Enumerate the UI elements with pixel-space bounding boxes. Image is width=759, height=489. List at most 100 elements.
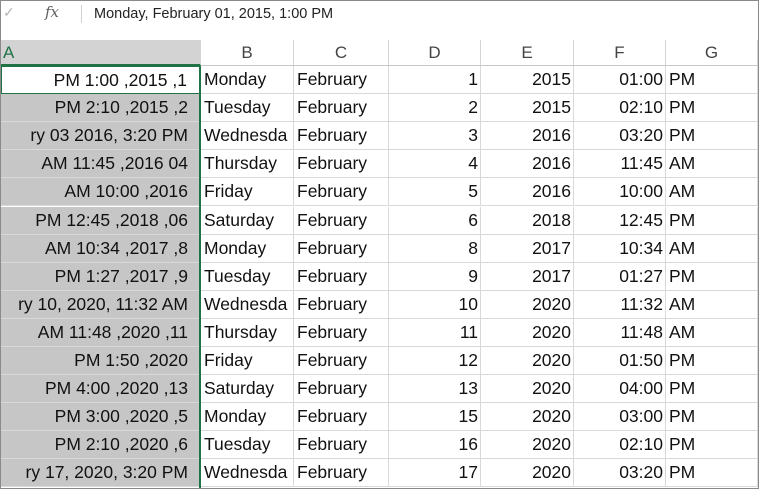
cell-c3[interactable]: February <box>294 94 389 123</box>
column-header-a[interactable]: A <box>1 40 201 66</box>
cell-c5[interactable]: February <box>294 150 389 179</box>
cell-b2[interactable]: Monday <box>201 66 294 94</box>
cell-c4[interactable]: February <box>294 122 389 151</box>
cell-d9[interactable]: 9 <box>389 262 481 291</box>
cell-f13[interactable]: 04:00 <box>574 375 666 404</box>
cell-c12[interactable]: February <box>294 347 389 375</box>
cell-g6[interactable]: AM <box>666 178 758 207</box>
cell-a3[interactable]: 2, 2015, 2:10 PM <box>1 94 201 123</box>
cell-e13[interactable]: 2020 <box>481 375 574 404</box>
cell-c6[interactable]: February <box>294 178 389 207</box>
cell-b3[interactable]: Tuesday <box>201 94 294 123</box>
cell-d14[interactable]: 15 <box>389 403 481 432</box>
cell-b10[interactable]: Wednesda <box>201 290 294 319</box>
cell-a2[interactable]: 1, 2015, 1:00 PM <box>1 66 201 94</box>
cell-e4[interactable]: 2016 <box>481 122 574 151</box>
cell-d5[interactable]: 4 <box>389 150 481 179</box>
cell-a14[interactable]: 5, 2020, 3:00 PM <box>1 403 201 432</box>
cell-c16[interactable]: February <box>294 459 389 488</box>
cell-d3[interactable]: 2 <box>389 94 481 123</box>
cell-f8[interactable]: 10:34 <box>574 234 666 263</box>
cell-f12[interactable]: 01:50 <box>574 347 666 375</box>
cell-e11[interactable]: 2020 <box>481 318 574 347</box>
cell-b15[interactable]: Tuesday <box>201 431 294 460</box>
cell-d11[interactable]: 11 <box>389 318 481 347</box>
cell-b13[interactable]: Saturday <box>201 375 294 404</box>
cell-a11[interactable]: 11, 2020, 11:48 AM <box>1 318 201 347</box>
cell-b7[interactable]: Saturday <box>201 206 294 235</box>
cell-e16[interactable]: 2020 <box>481 459 574 488</box>
cell-f4[interactable]: 03:20 <box>574 122 666 151</box>
cell-d6[interactable]: 5 <box>389 178 481 207</box>
cell-g8[interactable]: AM <box>666 234 758 263</box>
cell-b8[interactable]: Monday <box>201 234 294 263</box>
cell-f2[interactable]: 01:00 <box>574 66 666 94</box>
cell-f9[interactable]: 01:27 <box>574 262 666 291</box>
cell-e9[interactable]: 2017 <box>481 262 574 291</box>
cell-g14[interactable]: PM <box>666 403 758 432</box>
cell-e5[interactable]: 2016 <box>481 150 574 179</box>
cell-d12[interactable]: 12 <box>389 347 481 375</box>
column-header-f[interactable]: F <box>574 40 666 66</box>
cell-g13[interactable]: PM <box>666 375 758 404</box>
cell-e12[interactable]: 2020 <box>481 347 574 375</box>
cell-c15[interactable]: February <box>294 431 389 460</box>
cell-g4[interactable]: PM <box>666 122 758 151</box>
cell-g7[interactable]: PM <box>666 206 758 235</box>
cell-a13[interactable]: 13, 2020, 4:00 PM <box>1 375 201 404</box>
cell-b4[interactable]: Wednesda <box>201 122 294 151</box>
cell-g15[interactable]: PM <box>666 431 758 460</box>
cell-d16[interactable]: 17 <box>389 459 481 488</box>
cell-c14[interactable]: February <box>294 403 389 432</box>
column-header-e[interactable]: E <box>481 40 574 66</box>
column-header-b[interactable]: B <box>201 40 294 66</box>
cell-e2[interactable]: 2015 <box>481 66 574 94</box>
cell-b6[interactable]: Friday <box>201 178 294 207</box>
cell-g12[interactable]: PM <box>666 347 758 375</box>
cell-c7[interactable]: February <box>294 206 389 235</box>
column-header-c[interactable]: C <box>294 40 389 66</box>
cell-a16[interactable]: ry 17, 2020, 3:20 PM <box>1 459 201 488</box>
cell-a12[interactable]: 2020, 1:50 PM <box>1 347 201 375</box>
cell-c8[interactable]: February <box>294 234 389 263</box>
cell-e3[interactable]: 2015 <box>481 94 574 123</box>
cell-d7[interactable]: 6 <box>389 206 481 235</box>
column-header-g[interactable]: G <box>666 40 758 66</box>
cell-b5[interactable]: Thursday <box>201 150 294 179</box>
formula-bar-input[interactable]: Monday, February 01, 2015, 1:00 PM <box>94 6 333 22</box>
cell-f7[interactable]: 12:45 <box>574 206 666 235</box>
enter-check-icon[interactable]: ✓ <box>3 4 15 21</box>
cell-c2[interactable]: February <box>294 66 389 94</box>
cell-f16[interactable]: 03:20 <box>574 459 666 488</box>
cell-a10[interactable]: ry 10, 2020, 11:32 AM <box>1 290 201 319</box>
cell-d10[interactable]: 10 <box>389 290 481 319</box>
cell-e15[interactable]: 2020 <box>481 431 574 460</box>
cell-e8[interactable]: 2017 <box>481 234 574 263</box>
column-header-d[interactable]: D <box>389 40 481 66</box>
cell-d8[interactable]: 8 <box>389 234 481 263</box>
cell-a6[interactable]: 2016, 10:00 AM <box>1 178 201 207</box>
cell-e10[interactable]: 2020 <box>481 290 574 319</box>
cell-a7[interactable]: 06, 2018, 12:45 PM <box>1 206 201 235</box>
insert-function-icon[interactable]: fx <box>45 3 59 21</box>
cell-e6[interactable]: 2016 <box>481 178 574 207</box>
cell-e7[interactable]: 2018 <box>481 206 574 235</box>
cell-f14[interactable]: 03:00 <box>574 403 666 432</box>
cell-g5[interactable]: AM <box>666 150 758 179</box>
cell-f6[interactable]: 10:00 <box>574 178 666 207</box>
cell-c11[interactable]: February <box>294 318 389 347</box>
cell-g9[interactable]: PM <box>666 262 758 291</box>
cell-d4[interactable]: 3 <box>389 122 481 151</box>
cell-g11[interactable]: AM <box>666 318 758 347</box>
cell-f15[interactable]: 02:10 <box>574 431 666 460</box>
cell-a15[interactable]: 6, 2020, 2:10 PM <box>1 431 201 460</box>
cell-b11[interactable]: Thursday <box>201 318 294 347</box>
cell-d2[interactable]: 1 <box>389 66 481 94</box>
cell-d15[interactable]: 16 <box>389 431 481 460</box>
cell-a4[interactable]: ry 03 2016, 3:20 PM <box>1 122 201 151</box>
cell-f11[interactable]: 11:48 <box>574 318 666 347</box>
cell-g2[interactable]: PM <box>666 66 758 94</box>
cell-f5[interactable]: 11:45 <box>574 150 666 179</box>
cell-g10[interactable]: AM <box>666 290 758 319</box>
cell-c10[interactable]: February <box>294 290 389 319</box>
